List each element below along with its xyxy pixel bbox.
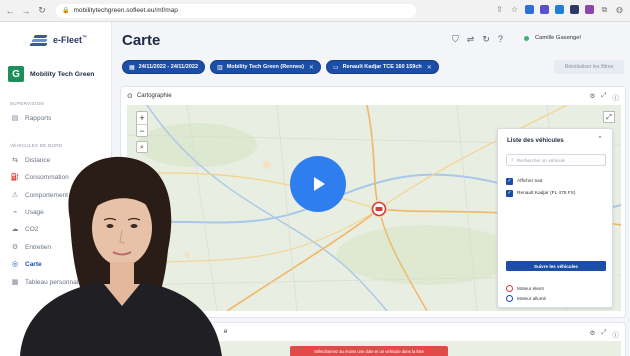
user-menu[interactable]: Camille Gasengel	[524, 35, 581, 41]
alert-banner: Sélectionnez au moins une date et un véh…	[290, 346, 448, 356]
search-icon: ⌕	[511, 157, 514, 163]
app-screen: ← → ↻ 🔒 mobilitytechgreen.sofleet.eu/mf/…	[0, 0, 630, 356]
filter-icon[interactable]: ⛉	[452, 34, 459, 45]
extension-icon[interactable]	[540, 5, 549, 14]
follow-vehicles-button[interactable]: Suivre les véhicules	[506, 261, 606, 271]
zoom-control: + −	[136, 111, 148, 137]
engine-off-icon	[506, 285, 513, 292]
vehicle-list-title: Liste des véhicules	[507, 137, 564, 144]
vehicle-search-input[interactable]: ⌕ Rechercher un véhicule	[506, 154, 606, 166]
extension-icon[interactable]	[585, 5, 594, 14]
user-status-dot	[524, 35, 529, 41]
engine-on-icon	[506, 295, 513, 302]
fullscreen-icon[interactable]: ⤢	[601, 329, 606, 339]
address-bar[interactable]: 🔒 mobilitytechgreen.sofleet.eu/mf/map	[56, 3, 416, 18]
reset-filters-button[interactable]: Réinitialiser les filtres	[554, 60, 624, 74]
share-icon[interactable]: ⇪	[495, 5, 504, 14]
map-pin-icon: ⊙	[127, 93, 133, 100]
legend-engine-on: Moteur allumé	[506, 295, 546, 302]
brand-logo[interactable]: e-Fleet™	[29, 34, 88, 46]
sidebar-item-rapports[interactable]: ▤ Rapports	[10, 114, 52, 123]
zoom-out-button[interactable]: −	[137, 124, 147, 136]
reload-icon[interactable]: ↻	[36, 5, 48, 16]
calendar-icon: ▦	[129, 64, 135, 71]
extension-icon[interactable]	[555, 5, 564, 14]
chip-organization[interactable]: ▥ Mobility Tech Green (Rennes) ✕	[210, 60, 321, 74]
video-play-button[interactable]	[290, 156, 346, 212]
section-title-vehicules: VÉHICULES DE BORD	[10, 143, 63, 148]
extension-icon[interactable]	[570, 5, 579, 14]
efleet-logo-icon	[29, 34, 50, 46]
organization-switcher[interactable]: G Mobility Tech Green	[8, 66, 94, 82]
settings-icon[interactable]: ⚙	[589, 329, 595, 339]
second-card-tools: ⚙ ⤢ ⓘ	[589, 329, 619, 339]
extension-icon[interactable]	[525, 5, 534, 14]
presenter-video-overlay	[20, 156, 222, 356]
puzzle-icon[interactable]: ⧉	[600, 5, 609, 14]
checkbox-checked-icon: ✓	[506, 190, 513, 197]
organization-name: Mobility Tech Green	[30, 70, 95, 78]
page-title: Carte	[122, 32, 161, 49]
brand-name: e-Fleet™	[53, 35, 88, 45]
collapse-chevron-icon[interactable]: ⌃	[597, 135, 603, 143]
header-actions: ⛉ ⇌ ↻ ?	[452, 34, 503, 45]
refresh-icon[interactable]: ↻	[482, 34, 490, 45]
browser-toolbar: ← → ↻ 🔒 mobilitytechgreen.sofleet.eu/mf/…	[0, 0, 630, 22]
zoom-in-button[interactable]: +	[137, 112, 147, 124]
vehicle-list-panel: Liste des véhicules ⌃ ⌕ Rechercher un vé…	[497, 128, 613, 308]
back-icon[interactable]: ←	[4, 6, 16, 16]
play-icon	[314, 177, 325, 191]
bookmark-star-icon[interactable]: ☆	[510, 5, 519, 14]
checkbox-checked-icon: ✓	[506, 178, 513, 185]
remove-chip-icon[interactable]: ✕	[427, 64, 432, 71]
vehicle-checkbox[interactable]: ✓ Renault Kadjar (FL 475 FS)	[506, 190, 575, 197]
report-icon: ▤	[11, 115, 19, 122]
organization-logo: G	[8, 66, 24, 82]
info-icon[interactable]: ⓘ	[613, 329, 620, 339]
vehicle-marker-icon[interactable]	[371, 201, 387, 217]
map-card-title: ⊙ Cartographie	[127, 93, 172, 100]
legend-engine-off: Moteur éteint	[506, 285, 544, 292]
remove-chip-icon[interactable]: ✕	[309, 64, 314, 71]
forward-icon[interactable]: →	[20, 6, 32, 16]
chip-date-range[interactable]: ▦ 24/11/2022 - 24/11/2022	[122, 60, 206, 74]
info-icon[interactable]: ⓘ	[613, 92, 620, 102]
car-icon: ▭	[332, 64, 339, 71]
fullscreen-icon[interactable]: ⤢	[601, 92, 606, 102]
lock-icon: 🔒	[62, 8, 70, 14]
section-title-supervision: SUPERVISION	[10, 101, 44, 106]
show-all-checkbox[interactable]: ✓ Afficher tout	[506, 178, 543, 185]
chip-vehicle[interactable]: ▭ Renault Kadjar TCE 160 159ch ✕	[325, 60, 439, 74]
map-card-tools: ⚙ ⤢ ⓘ	[589, 92, 619, 102]
profile-icon[interactable]: ◍	[615, 5, 624, 14]
expand-icon[interactable]: ⤢	[603, 111, 615, 123]
sliders-icon[interactable]: ⇌	[467, 34, 475, 45]
building-icon: ▥	[217, 64, 223, 71]
settings-icon[interactable]: ⚙	[589, 92, 595, 102]
url-text: mobilitytechgreen.sofleet.eu/mf/map	[73, 7, 178, 14]
browser-extensions: ⇪ ☆ ⧉ ◍	[495, 5, 624, 14]
filter-chips: ▦ 24/11/2022 - 24/11/2022 ▥ Mobility Tec…	[122, 60, 439, 74]
user-name: Camille Gasengel	[535, 35, 581, 41]
help-icon[interactable]: ?	[498, 34, 503, 45]
